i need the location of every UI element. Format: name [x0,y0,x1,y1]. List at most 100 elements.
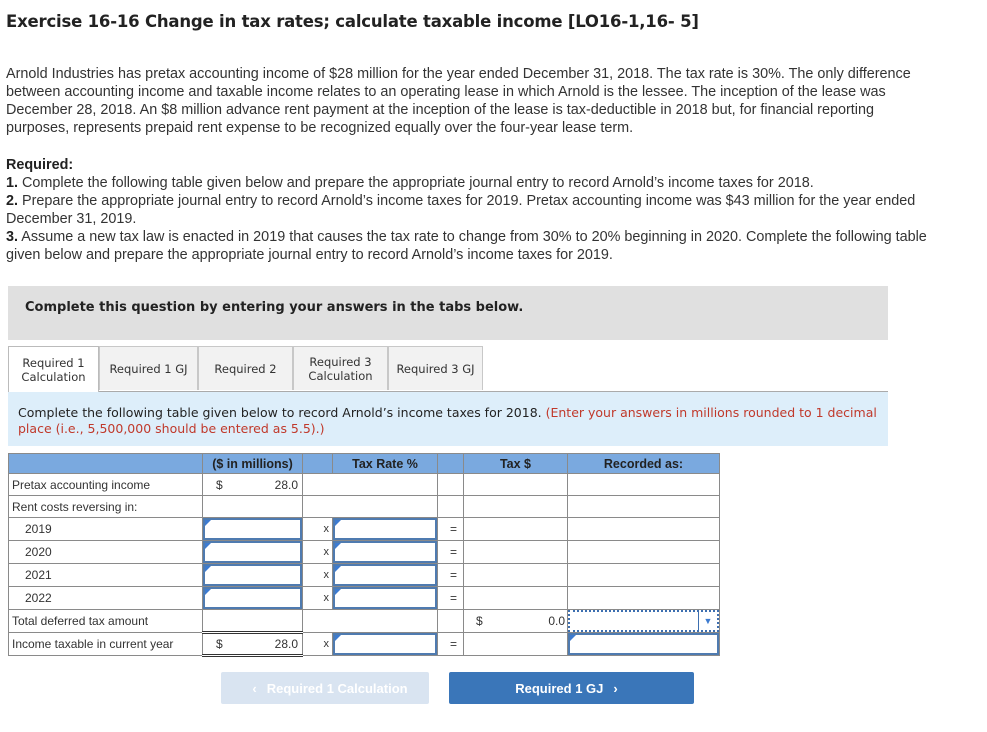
rate-input-2020[interactable] [333,541,437,563]
equals-sign: = [437,586,464,610]
equals-sign: = [437,632,464,656]
row-label: 2020 [8,540,203,564]
header-recorded-as: Recorded as: [567,453,720,474]
rate-cell [332,632,438,656]
table-row-pretax: Pretax accounting income $28.0 [8,473,720,496]
rate-cell [332,540,438,564]
empty-cell [567,517,720,541]
tax-cell-2022 [463,586,568,610]
required-section: Required: 1. Complete the following tabl… [6,156,931,264]
header-tax-rate: Tax Rate % [332,453,438,474]
empty-cell [302,495,438,518]
equals-sign: = [437,540,464,564]
times-sign: x [302,563,333,587]
chevron-right-icon: › [613,680,618,696]
table-row-taxable-income: Income taxable in current year $28.0 x = [8,632,720,657]
empty-cell [202,495,303,518]
total-deferred-tax-cell: $0.0 [463,609,568,633]
dropdown-arrow-icon[interactable]: ▼ [698,612,717,630]
rate-input-2022[interactable] [333,587,437,609]
tax-cell-2019 [463,517,568,541]
tax-cell-2020 [463,540,568,564]
row-label: 2021 [8,563,203,587]
empty-cell [463,473,568,496]
required-heading: Required: [6,157,74,173]
times-sign: x [302,517,333,541]
banner-text: Complete this question by entering your … [25,300,524,315]
recorded-as-input-current-year[interactable] [568,633,719,655]
empty-cell [567,563,720,587]
tab-instructions: Complete the following table given below… [8,392,888,446]
instruction-banner: Complete this question by entering your … [8,286,888,340]
empty-cell [567,473,720,496]
empty-cell [437,473,464,496]
header-label [8,453,203,474]
empty-cell [202,609,303,634]
instructions-main: Complete the following table given below… [18,405,546,420]
header-tax-amount: Tax $ [463,453,568,474]
times-sign: x [302,540,333,564]
exercise-title: Exercise 16-16 Change in tax rates; calc… [6,12,699,31]
empty-cell [463,632,568,656]
tax-calculation-table: ($ in millions) Tax Rate % Tax $ Recorde… [8,453,720,657]
row-label: Rent costs reversing in: [8,495,203,518]
row-label: Income taxable in current year [8,632,203,656]
empty-cell [437,495,464,518]
header-amount: ($ in millions) [202,453,303,474]
empty-cell [302,609,438,633]
rate-cell [332,563,438,587]
pretax-amount-cell: $28.0 [202,473,303,496]
table-row-2022: 2022 x = [8,586,720,610]
times-sign: x [302,632,333,656]
rate-cell [332,517,438,541]
tab-required-3-gj[interactable]: Required 3 GJ [388,346,483,390]
prev-tab-button[interactable]: ‹ Required 1 Calculation [221,672,429,704]
recorded-as-dropdown[interactable]: ▼ [568,610,719,632]
required-item-2: 2. Prepare the appropriate journal entry… [6,193,916,227]
empty-cell [437,609,464,633]
amount-cell [202,517,303,541]
row-label: 2019 [8,517,203,541]
row-label: Pretax accounting income [8,473,203,496]
amount-cell [202,563,303,587]
tax-cell-2021 [463,563,568,587]
empty-cell [463,495,568,518]
table-row-total-deferred: Total deferred tax amount $0.0 ▼ [8,609,720,634]
taxable-amount-value: 28.0 [274,637,298,651]
pretax-amount-value: 28.0 [274,477,298,492]
table-row-2021: 2021 x = [8,563,720,587]
next-tab-button[interactable]: Required 1 GJ › [449,672,694,704]
tab-required-2[interactable]: Required 2 [198,346,293,390]
rate-input-current-year[interactable] [333,633,437,655]
required-item-3: 3. Assume a new tax law is enacted in 20… [6,229,927,263]
taxable-amount-cell: $28.0 [202,632,303,657]
empty-cell [567,586,720,610]
times-sign: x [302,586,333,610]
empty-cell [567,495,720,518]
header-eq [437,453,464,474]
table-row-rent-heading: Rent costs reversing in: [8,495,720,518]
problem-intro: Arnold Industries has pretax accounting … [6,66,911,136]
rate-input-2021[interactable] [333,564,437,586]
amount-input-2021[interactable] [203,564,302,586]
amount-input-2022[interactable] [203,587,302,609]
recorded-as-cell: ▼ [567,609,720,633]
row-label: 2022 [8,586,203,610]
recorded-as-cell [567,632,720,656]
required-item-1: 1. Complete the following table given be… [6,175,814,191]
header-x [302,453,333,474]
chevron-left-icon: ‹ [252,680,257,696]
tab-required-1-calculation[interactable]: Required 1 Calculation [8,346,99,392]
table-row-2019: 2019 x = [8,517,720,541]
rate-input-2019[interactable] [333,518,437,540]
amount-input-2019[interactable] [203,518,302,540]
tab-required-3-calculation[interactable]: Required 3 Calculation [293,346,388,390]
amount-input-2020[interactable] [203,541,302,563]
tab-bar: Required 1 Calculation Required 1 GJ Req… [8,346,888,392]
table-row-2020: 2020 x = [8,540,720,564]
tab-required-1-gj[interactable]: Required 1 GJ [99,346,198,390]
rate-cell [332,586,438,610]
row-label: Total deferred tax amount [8,609,203,633]
equals-sign: = [437,563,464,587]
amount-cell [202,586,303,610]
